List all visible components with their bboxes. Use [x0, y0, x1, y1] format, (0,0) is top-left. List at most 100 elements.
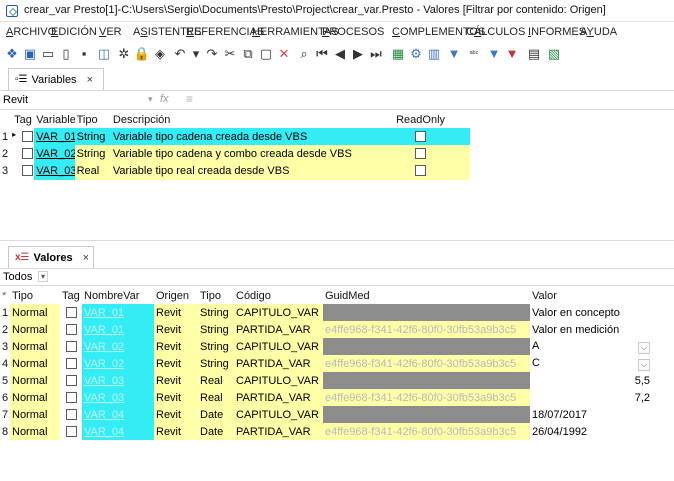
column-header-tipo[interactable]: Tipo: [74, 111, 111, 128]
cut-icon[interactable]: ✂: [222, 46, 238, 62]
tipo-var-cell[interactable]: Date: [198, 406, 234, 423]
variable-type[interactable]: String: [74, 145, 111, 162]
codigo-cell[interactable]: PARTIDA_VAR: [234, 389, 323, 406]
codigo-cell[interactable]: PARTIDA_VAR: [234, 321, 323, 338]
chevron-down-icon[interactable]: ⌵: [638, 341, 650, 354]
tag-checkbox[interactable]: [65, 324, 77, 336]
variables-filter-value[interactable]: Revit: [3, 94, 28, 106]
codigo-cell[interactable]: CAPITULO_VAR: [234, 338, 323, 355]
nombrevar-cell[interactable]: VAR_02: [82, 338, 154, 355]
column-header-tipo[interactable]: Tipo: [10, 287, 60, 304]
nombrevar-cell[interactable]: VAR_01: [82, 321, 154, 338]
valores-filter-value[interactable]: Todos: [3, 271, 32, 283]
tag-checkbox[interactable]: [65, 307, 77, 319]
valor-row[interactable]: 8 Normal VAR_04 Revit Date PARTIDA_VAR e4ffe96…: [0, 423, 652, 440]
redo-icon[interactable]: ↷: [204, 46, 220, 62]
variable-row[interactable]: 1 ▸ VAR_01 String Variable tipo cadena cread…: [0, 128, 470, 145]
column-header-readonly[interactable]: ReadOnly: [371, 111, 470, 128]
valor-cell[interactable]: ⌵ C: [530, 355, 652, 372]
undo-icon[interactable]: ↶: [172, 46, 188, 62]
nombrevar-cell[interactable]: VAR_04: [82, 423, 154, 440]
menu-item-edicion[interactable]: EDICIÓN: [51, 26, 97, 38]
tipo-var-cell[interactable]: Real: [198, 389, 234, 406]
origen-cell[interactable]: Revit: [154, 355, 198, 372]
paste-icon[interactable]: ▢: [258, 46, 274, 62]
doc2-icon[interactable]: ▧: [546, 46, 562, 62]
variable-description[interactable]: Variable tipo real creada desde VBS: [110, 162, 372, 179]
tag-checkbox[interactable]: [22, 165, 34, 177]
copy-icon[interactable]: ⧉: [240, 46, 256, 62]
column-header-tag[interactable]: Tag: [12, 111, 35, 128]
tag-checkbox[interactable]: [65, 375, 77, 387]
tipo-var-cell[interactable]: String: [198, 321, 234, 338]
valor-cell[interactable]: 26/04/1992: [530, 423, 652, 440]
lock-icon[interactable]: 🔒: [134, 46, 150, 62]
fx-icon[interactable]: fx: [160, 93, 169, 105]
variable-name[interactable]: VAR_01: [34, 128, 75, 145]
variable-type[interactable]: String: [74, 128, 111, 145]
valor-tipo[interactable]: Normal: [10, 355, 60, 372]
valor-tipo[interactable]: Normal: [10, 338, 60, 355]
valor-tipo[interactable]: Normal: [10, 423, 60, 440]
chevron-down-icon[interactable]: ▾: [38, 271, 49, 282]
tab-variables[interactable]: ▫☰ Variables ×: [8, 68, 104, 90]
close-icon[interactable]: ×: [83, 252, 89, 264]
tipo-var-cell[interactable]: Date: [198, 423, 234, 440]
last-icon[interactable]: ⏭: [368, 46, 384, 62]
tipo-var-cell[interactable]: String: [198, 338, 234, 355]
variable-row[interactable]: 2 VAR_02 String Variable tipo cadena y comb…: [0, 145, 470, 162]
guidmed-cell[interactable]: e4ffe968-f341-42f6-80f0-30fb53a9b3c5: [323, 321, 530, 338]
column-header-valor[interactable]: Valor: [530, 287, 652, 304]
guidmed-cell[interactable]: e4ffe968-f341-42f6-80f0-30fb53a9b3c5: [323, 389, 530, 406]
next-icon[interactable]: ▶: [350, 46, 366, 62]
valor-row[interactable]: 2 Normal VAR_01 Revit String PARTIDA_VAR e4ffe…: [0, 321, 652, 338]
column-header-nombrevar[interactable]: NombreVar: [82, 287, 154, 304]
valor-row[interactable]: 6 Normal VAR_03 Revit Real PARTIDA_VAR e4ffe96…: [0, 389, 652, 406]
column-header-guidmed[interactable]: GuidMed: [323, 287, 530, 304]
valor-tipo[interactable]: Normal: [10, 389, 60, 406]
tipo-var-cell[interactable]: Real: [198, 372, 234, 389]
guidmed-cell[interactable]: e4ffe968-f341-42f6-80f0-30fb53a9b3c5: [323, 423, 530, 440]
tree-icon[interactable]: ❖: [4, 46, 20, 62]
valor-tipo[interactable]: Normal: [10, 406, 60, 423]
settings-icon[interactable]: ✲: [116, 46, 132, 62]
valor-tipo[interactable]: Normal: [10, 321, 60, 338]
new-doc-icon[interactable]: ▣: [22, 46, 38, 62]
tag-checkbox[interactable]: [22, 148, 34, 160]
menu-item-ver[interactable]: VER: [99, 26, 122, 38]
tag-checkbox[interactable]: [65, 426, 77, 438]
valor-cell[interactable]: 5,5: [530, 372, 652, 389]
origen-cell[interactable]: Revit: [154, 423, 198, 440]
codigo-cell[interactable]: PARTIDA_VAR: [234, 423, 323, 440]
tag-checkbox[interactable]: [65, 409, 77, 421]
menu-item-calculos[interactable]: CÁLCULOS: [466, 26, 525, 38]
origen-cell[interactable]: Revit: [154, 406, 198, 423]
valor-row[interactable]: 7 Normal VAR_04 Revit Date CAPITULO_VAR 18/07/…: [0, 406, 652, 423]
variable-type[interactable]: Real: [74, 162, 111, 179]
filter-icon[interactable]: ⚙: [408, 46, 424, 62]
variable-name[interactable]: VAR_02: [34, 145, 75, 162]
menu-item-archivo[interactable]: ARCHIVO: [6, 26, 56, 38]
guidmed-cell[interactable]: e4ffe968-f341-42f6-80f0-30fb53a9b3c5: [323, 355, 530, 372]
chart-icon[interactable]: ▥: [426, 46, 442, 62]
menu-item-informes[interactable]: INFORMES: [528, 26, 586, 38]
origen-cell[interactable]: Revit: [154, 304, 198, 321]
column-header-tag[interactable]: Tag: [60, 287, 82, 304]
readonly-checkbox[interactable]: [415, 131, 427, 143]
nombrevar-cell[interactable]: VAR_02: [82, 355, 154, 372]
menu-item-ayuda[interactable]: AYUDA: [580, 26, 617, 38]
variable-description[interactable]: Variable tipo cadena y combo creada desd…: [110, 145, 372, 162]
valor-tipo[interactable]: Normal: [10, 372, 60, 389]
readonly-checkbox[interactable]: [415, 165, 427, 177]
dropdown-icon[interactable]: ▾: [188, 46, 204, 62]
close-icon[interactable]: ×: [87, 74, 93, 86]
save-icon[interactable]: ▪: [76, 46, 92, 62]
nombrevar-cell[interactable]: VAR_03: [82, 389, 154, 406]
codigo-cell[interactable]: CAPITULO_VAR: [234, 406, 323, 423]
column-header-variable[interactable]: Variable: [34, 111, 75, 128]
preview-icon[interactable]: ◫: [96, 46, 112, 62]
menu-item-procesos[interactable]: PROCESOS: [322, 26, 384, 38]
origen-cell[interactable]: Revit: [154, 321, 198, 338]
valor-tipo[interactable]: Normal: [10, 304, 60, 321]
nombrevar-cell[interactable]: VAR_01: [82, 304, 154, 321]
